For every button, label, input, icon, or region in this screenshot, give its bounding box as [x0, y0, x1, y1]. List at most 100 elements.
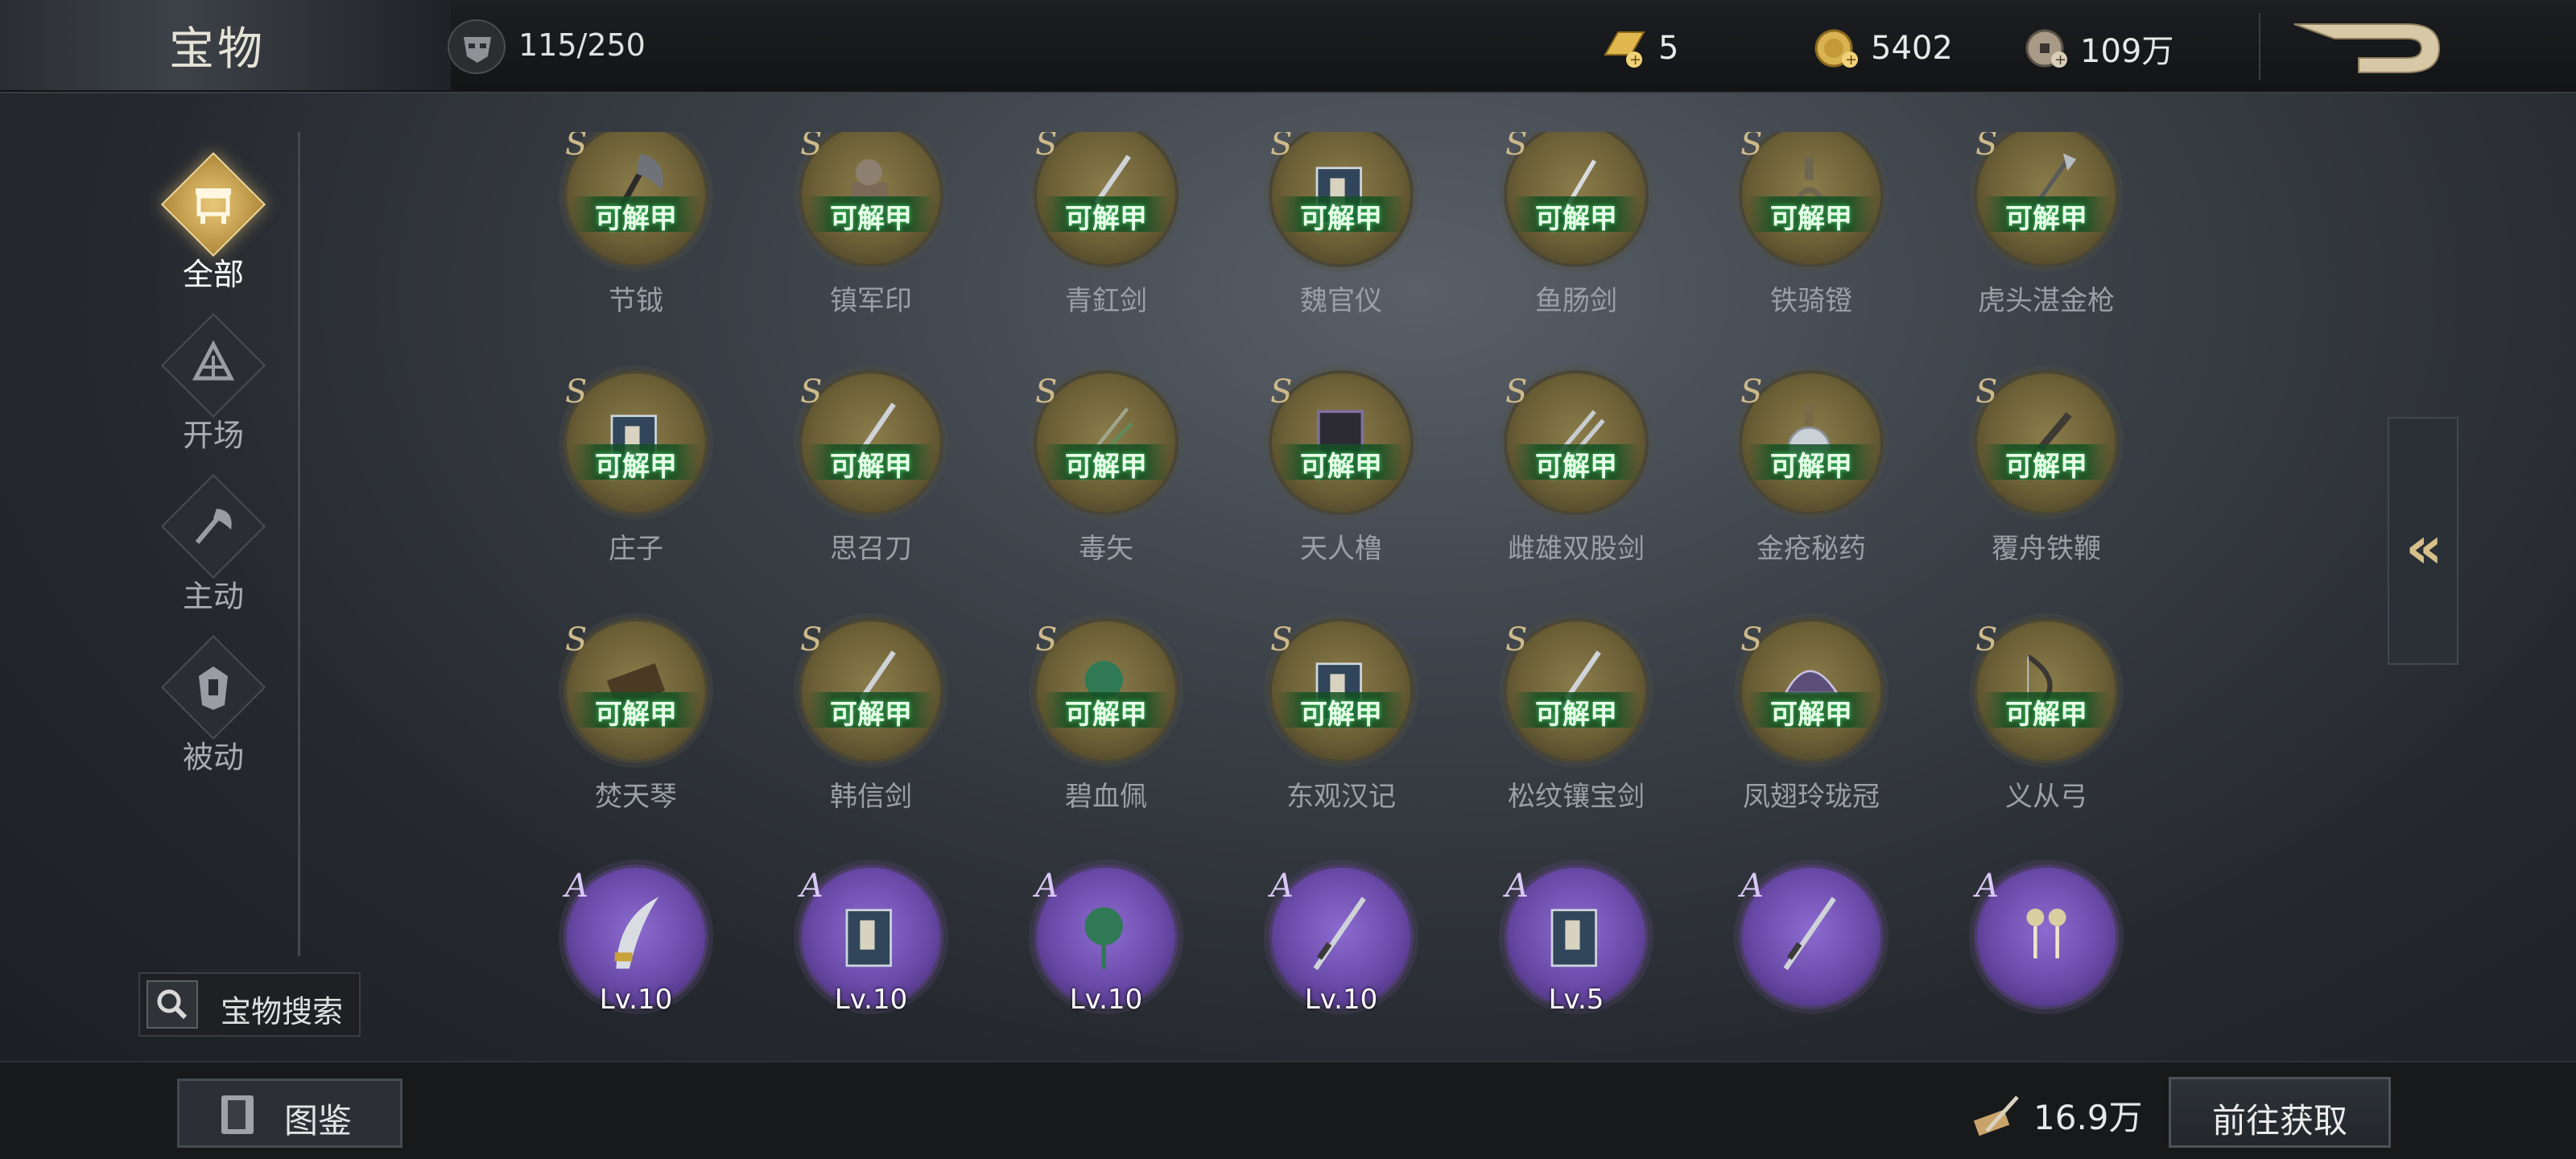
grade-badge: S: [1270, 373, 1293, 410]
grade-badge: S: [1740, 132, 1763, 163]
treasure-item[interactable]: S 可解甲天人橹: [1236, 370, 1446, 604]
copper-resource[interactable]: + 109万: [2021, 24, 2174, 72]
treasure-item[interactable]: S 可解甲魏官仪: [1236, 132, 1446, 356]
quill-scroll-icon: [1971, 1091, 2022, 1139]
treasure-name: 碧血佩: [1065, 781, 1147, 813]
treasure-name: 潜龙剑: [1707, 1029, 1916, 1032]
atlas-button[interactable]: 图鉴: [177, 1079, 402, 1148]
grade-badge: S: [1975, 132, 1998, 163]
treasure-item[interactable]: A Lv.10 诗经: [766, 864, 976, 1032]
double-chevron-left-icon: «: [2405, 514, 2443, 581]
coin-resource[interactable]: + 5402: [1811, 24, 1953, 72]
grade-badge: A: [1740, 868, 1764, 905]
treasure-name: 焚天琴: [595, 781, 677, 813]
treasure-item[interactable]: S 可解甲 庄子: [531, 370, 741, 604]
unlock-armor-tag: 可解甲: [572, 196, 700, 235]
capacity-counter: 115/250: [518, 27, 646, 63]
unlock-armor-tag: 可解甲: [1747, 196, 1876, 235]
grade-badge: S: [1035, 621, 1058, 658]
title-banner: 宝物: [0, 0, 451, 90]
treasure-item[interactable]: S 可解甲 韩信剑: [766, 618, 976, 852]
level-label: Lv.5: [1548, 984, 1604, 1016]
category-opening[interactable]: 开场: [153, 312, 274, 483]
treasure-item[interactable]: S 可解甲 毒矢: [1001, 370, 1211, 604]
grade-badge: S: [800, 373, 823, 410]
treasure-name: 义从弓: [2005, 781, 2087, 813]
grade-badge: S: [800, 132, 823, 163]
go-obtain-label: 前往获取: [2211, 1101, 2347, 1140]
level-label: Lv.10: [1069, 984, 1143, 1016]
unlock-armor-tag: 可解甲: [1277, 692, 1406, 731]
unlock-armor-tag: 可解甲: [572, 444, 700, 483]
level-label: Lv.10: [1304, 984, 1378, 1016]
grade-badge: S: [1270, 132, 1293, 163]
unlock-armor-tag: 可解甲: [1277, 196, 1406, 235]
treasure-item[interactable]: S 可解甲 鱼肠剑: [1472, 132, 1681, 356]
book-icon: [845, 909, 892, 967]
category-all[interactable]: 全部: [153, 151, 274, 322]
treasure-search[interactable]: 宝物搜索: [138, 972, 361, 1037]
treasure-item[interactable]: A Lv.5 论语: [1472, 864, 1681, 1032]
grade-badge: S: [1035, 373, 1058, 410]
unlock-armor-tag: 可解甲: [807, 196, 935, 235]
gold-bar-resource[interactable]: + 5: [1599, 24, 1678, 72]
treasure-name: 明月珰: [1942, 1029, 2151, 1032]
power-resource: 16.9万: [1971, 1087, 2143, 1143]
back-button[interactable]: [2286, 18, 2447, 79]
unlock-armor-tag: 可解甲: [1277, 444, 1406, 483]
gold-bar-count: 5: [1658, 30, 1679, 67]
treasure-item[interactable]: S 可解甲 节钺: [531, 132, 741, 356]
treasure-item[interactable]: A Lv.10 龙纹佩: [1001, 864, 1211, 1032]
svg-text:+: +: [1845, 52, 1857, 68]
power-value: 16.9万: [2033, 1097, 2143, 1137]
category-label: 开场: [182, 418, 244, 453]
treasure-item[interactable]: S 可解甲 雌雄双股剑: [1472, 370, 1681, 604]
treasure-item[interactable]: S 可解甲 金疮秘药: [1707, 370, 1916, 604]
treasure-item[interactable]: S 可解甲 碧血佩: [1001, 618, 1211, 852]
grade-badge: S: [1740, 373, 1763, 410]
category-passive[interactable]: 被动: [153, 634, 274, 805]
unlock-armor-tag: 可解甲: [1982, 196, 2111, 235]
treasure-item[interactable]: S 可解甲 镇军印: [766, 132, 976, 356]
treasure-item[interactable]: S 可解甲 松纹镶宝剑: [1472, 618, 1681, 852]
treasure-name: 青釭剑: [1065, 285, 1147, 317]
grade-badge: A: [800, 868, 824, 905]
category-active[interactable]: 主动: [153, 473, 274, 644]
treasure-item[interactable]: S 可解甲 铁骑镫: [1707, 132, 1916, 356]
treasure-item[interactable]: A Lv.10 四面汉剑: [1236, 864, 1446, 1032]
treasure-name: 毒矢: [1079, 533, 1133, 565]
treasure-grid: S 可解甲 节钺 S 可解甲 镇军印 S 可解甲 青釭剑 S 可解甲 魏官仪 S 可解甲 鱼肠剑 S 可解甲 铁骑…: [531, 132, 2206, 1032]
treasure-item[interactable]: S 可解甲 思召刀: [766, 370, 976, 604]
header-divider: [2259, 13, 2260, 80]
collapse-panel-tab[interactable]: «: [2388, 417, 2458, 665]
treasure-item[interactable]: S 可解甲 青釭剑: [1001, 132, 1211, 356]
treasure-name: 魏官仪: [1300, 285, 1382, 317]
back-arrow-icon: [2293, 23, 2441, 73]
mask-icon: [448, 19, 506, 74]
treasure-item[interactable]: S 可解甲 义从弓: [1942, 618, 2151, 852]
coin-count: 5402: [1871, 30, 1953, 67]
grade-badge: A: [1035, 868, 1059, 905]
treasure-item[interactable]: S 可解甲 覆舟铁鞭: [1942, 370, 2151, 604]
treasure-item[interactable]: S 可解甲虎头湛金枪: [1942, 132, 2151, 356]
treasure-item[interactable]: S 可解甲 东观汉记: [1236, 618, 1446, 852]
unlock-armor-tag: 可解甲: [1982, 444, 2111, 483]
treasure-name: 虎头湛金枪: [1978, 285, 2115, 317]
unlock-armor-tag: 可解甲: [1042, 196, 1170, 235]
treasure-name: 回啸刀: [531, 1029, 741, 1032]
treasure-item[interactable]: A 潜龙剑: [1707, 864, 1916, 1032]
sword-icon: [1783, 897, 1836, 971]
formation-icon: [192, 340, 235, 381]
treasure-item[interactable]: S 可解甲 凤翅玲珑冠: [1707, 618, 1916, 852]
sword-icon: [1313, 897, 1366, 971]
sidebar-divider: [298, 132, 300, 956]
treasure-item[interactable]: A 明月珰: [1942, 864, 2151, 1032]
treasure-name: 思召刀: [830, 533, 912, 565]
treasure-name: 天人橹: [1300, 533, 1382, 565]
treasure-item[interactable]: A Lv.10 回啸刀: [531, 864, 741, 1032]
grade-badge: A: [1270, 868, 1294, 905]
treasure-item[interactable]: S 可解甲 焚天琴: [531, 618, 741, 852]
go-obtain-button[interactable]: 前往获取: [2169, 1077, 2391, 1148]
grade-badge: S: [565, 621, 588, 658]
treasure-name: 凤翅玲珑冠: [1743, 781, 1880, 813]
